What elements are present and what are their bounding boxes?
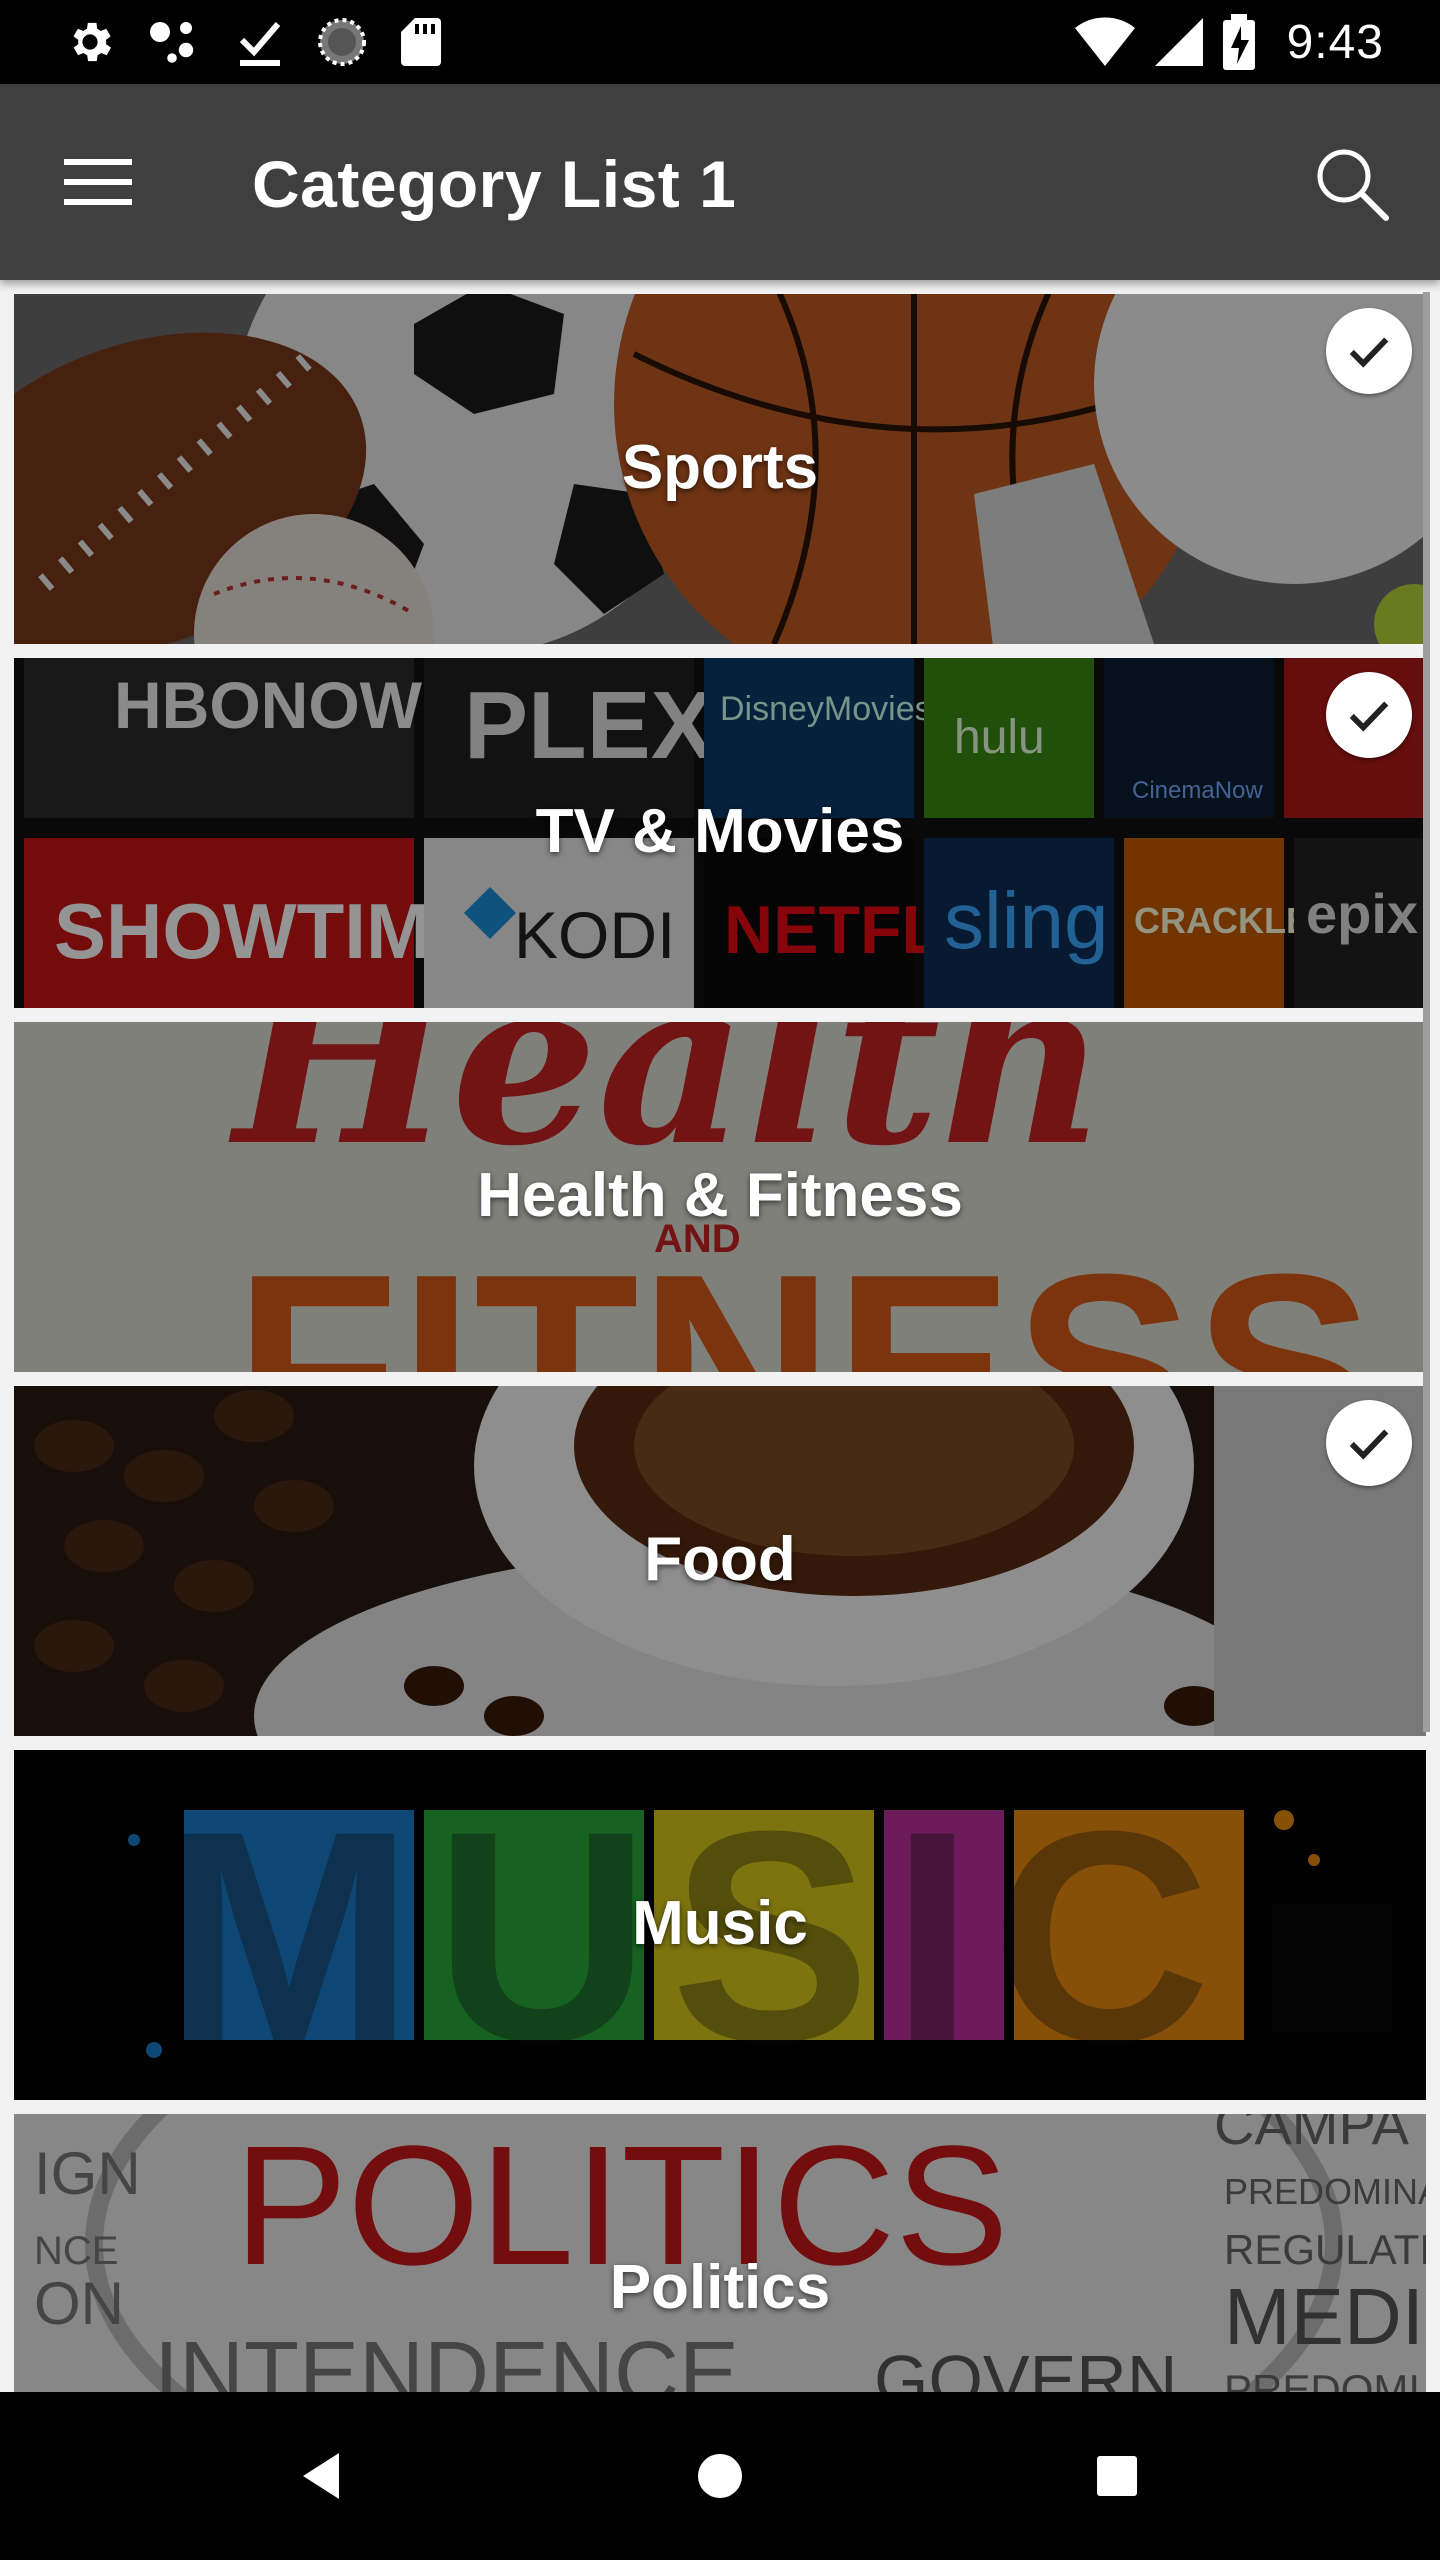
status-bar: 9:43	[0, 0, 1440, 84]
category-label: Food	[644, 1525, 796, 1594]
back-icon	[303, 2453, 339, 2499]
download-done-icon	[239, 22, 281, 66]
category-card-sports[interactable]: Sports	[14, 294, 1426, 644]
check-icon	[1349, 1429, 1389, 1460]
recents-button[interactable]	[1075, 2434, 1159, 2518]
category-card-politics[interactable]: POLITICS INTENDENCE GOVERN CAMPA PREDOMI…	[14, 2114, 1426, 2392]
category-label: TV & Movies	[535, 797, 905, 866]
selected-check-badge	[1326, 308, 1412, 394]
status-left-icons	[64, 14, 442, 70]
sync-circle-icon	[318, 18, 366, 66]
category-card-health-fitness[interactable]: Health AND FITNESS Health & Fitness	[14, 1022, 1426, 1372]
status-time: 9:43	[1286, 15, 1384, 69]
menu-button[interactable]	[56, 140, 140, 224]
selected-check-badge	[1326, 1400, 1412, 1486]
sd-card-icon	[401, 18, 441, 66]
menu-icon	[64, 159, 132, 205]
assistant-dots-icon	[150, 22, 194, 63]
category-label: Health & Fitness	[477, 1161, 963, 1230]
category-label: Music	[632, 1889, 808, 1958]
check-icon	[1349, 337, 1389, 368]
search-button[interactable]	[1304, 136, 1400, 232]
page-title: Category List 1	[252, 147, 737, 221]
category-list[interactable]: Sports HBONOW PLEX DisneyMovies Anywhere…	[0, 280, 1440, 2392]
app-toolbar: Category List 1	[0, 84, 1440, 280]
recents-icon	[1097, 2456, 1137, 2496]
signal-icon	[1154, 18, 1203, 66]
category-card-tv-movies[interactable]: HBONOW PLEX DisneyMovies Anywhere hulu C…	[14, 658, 1426, 1008]
status-right-icons: 9:43	[1073, 14, 1384, 70]
category-card-food[interactable]: Food	[14, 1386, 1426, 1736]
check-icon	[1349, 701, 1389, 732]
gear-icon	[73, 22, 112, 62]
home-button[interactable]	[678, 2434, 762, 2518]
search-icon	[1317, 149, 1389, 221]
battery-charging-icon	[1222, 14, 1255, 70]
selected-check-badge	[1326, 672, 1412, 758]
category-label: Politics	[609, 2253, 831, 2322]
category-card-music[interactable]: MUSIC Music	[14, 1750, 1426, 2100]
system-nav-bar	[0, 2392, 1440, 2560]
wifi-icon	[1074, 17, 1135, 66]
back-button[interactable]	[279, 2434, 363, 2518]
category-label: Sports	[621, 433, 819, 502]
home-icon	[698, 2454, 742, 2498]
list-scrollbar[interactable]	[1423, 292, 1430, 1732]
